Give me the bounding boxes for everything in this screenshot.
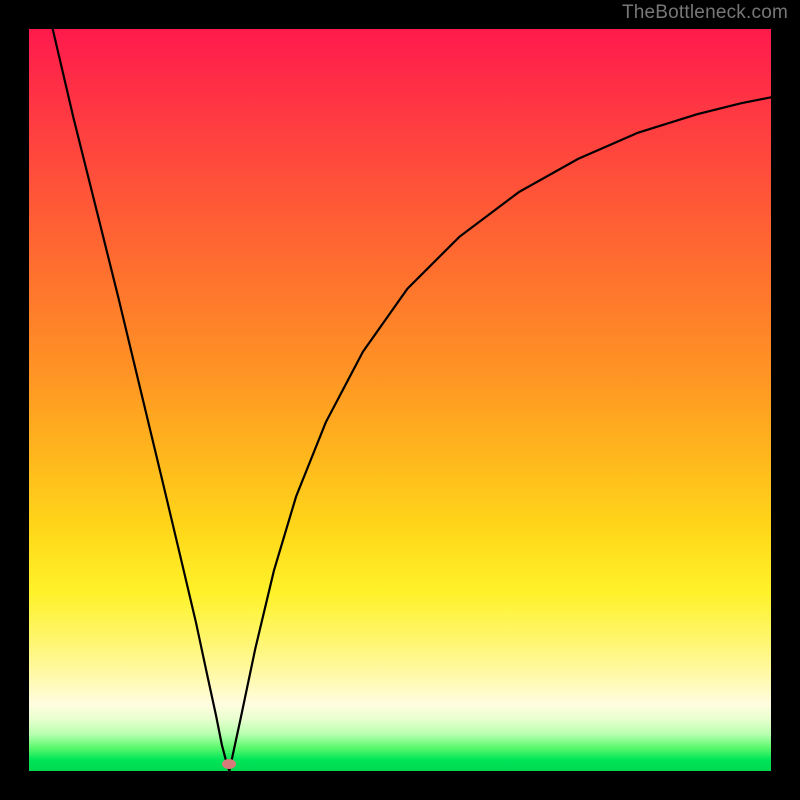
plot-area (29, 29, 771, 771)
bottleneck-curve (29, 29, 771, 771)
chart-frame: TheBottleneck.com (0, 0, 800, 800)
curve-left-branch (53, 29, 230, 771)
minimum-marker (222, 759, 236, 769)
watermark-text: TheBottleneck.com (622, 2, 788, 24)
curve-right-branch (229, 97, 771, 771)
